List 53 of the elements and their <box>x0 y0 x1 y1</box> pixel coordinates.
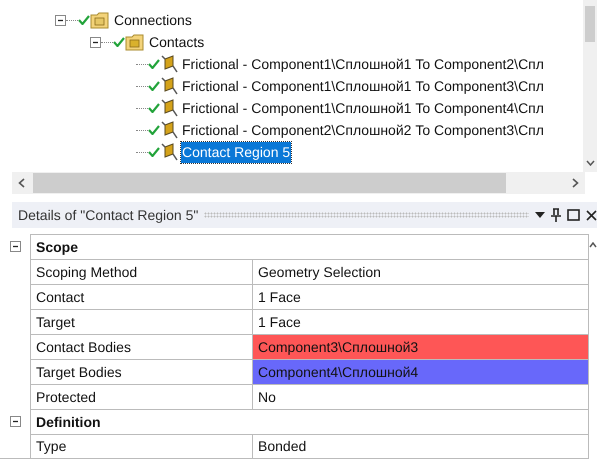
property-label: Scoping Method <box>36 262 138 282</box>
property-label: Target <box>36 312 75 332</box>
check-icon <box>148 103 160 113</box>
check-icon <box>148 59 160 69</box>
check-icon <box>113 37 125 47</box>
collapse-toggle[interactable] <box>10 241 20 252</box>
tree-item[interactable]: Frictional - Component2\Сплошной2 To Component3\Спл <box>181 120 545 140</box>
check-icon <box>148 147 160 157</box>
property-value[interactable]: Component3\Сплошной3 <box>252 334 589 359</box>
check-icon <box>148 81 160 91</box>
tree-item[interactable]: Frictional - Component1\Сплошной1 To Component3\Спл <box>181 76 545 96</box>
collapse-toggle[interactable] <box>90 36 101 48</box>
check-icon <box>148 125 160 135</box>
section-heading: Definition <box>36 412 101 432</box>
pin-icon[interactable] <box>551 208 561 222</box>
scrollbar-thumb[interactable] <box>585 6 595 42</box>
chevron-left-icon[interactable] <box>18 178 25 188</box>
horizontal-scrollbar[interactable] <box>12 172 585 194</box>
property-value[interactable]: Geometry Selection <box>252 259 589 284</box>
tree-item[interactable]: Frictional - Component1\Сплошной1 To Component2\Спл <box>181 54 545 74</box>
property-value[interactable]: 1 Face <box>252 284 589 309</box>
collapse-toggle[interactable] <box>55 14 66 26</box>
property-value[interactable]: Bonded <box>252 434 589 458</box>
property-label: Contact Bodies <box>36 338 131 356</box>
check-icon <box>78 15 90 25</box>
property-value[interactable]: No <box>252 384 589 409</box>
property-label: Contact <box>36 288 84 306</box>
tree-item[interactable]: Frictional - Component1\Сплошной1 To Component4\Спл <box>181 98 545 118</box>
contact-icon <box>160 77 178 95</box>
chevron-right-icon[interactable] <box>572 178 579 188</box>
section-heading: Scope <box>36 238 78 257</box>
scrollbar-thumb[interactable] <box>33 173 506 193</box>
maximize-icon[interactable] <box>567 209 580 221</box>
tree-item[interactable]: Contacts <box>148 32 206 52</box>
chevron-up-icon[interactable] <box>589 242 597 248</box>
property-value[interactable]: Component4\Сплошной4 <box>252 359 589 384</box>
contact-icon <box>160 99 178 117</box>
folder-icon <box>125 34 145 50</box>
close-icon[interactable] <box>586 210 597 220</box>
details-title: Details of "Contact Region 5" <box>18 206 198 225</box>
contact-icon <box>160 121 178 139</box>
chevron-down-icon[interactable] <box>586 160 594 166</box>
property-label: Target Bodies <box>36 362 122 382</box>
tree-item[interactable]: Contact Region 5 <box>181 142 292 162</box>
folder-icon <box>90 12 110 28</box>
contact-icon <box>160 55 178 73</box>
contact-icon <box>160 143 178 161</box>
vertical-scrollbar[interactable] <box>583 0 597 172</box>
property-label: Protected <box>36 388 96 406</box>
property-label: Type <box>36 437 66 456</box>
tree-item[interactable]: Connections <box>113 10 193 30</box>
collapse-toggle[interactable] <box>10 416 20 427</box>
dropdown-icon[interactable] <box>535 212 545 218</box>
